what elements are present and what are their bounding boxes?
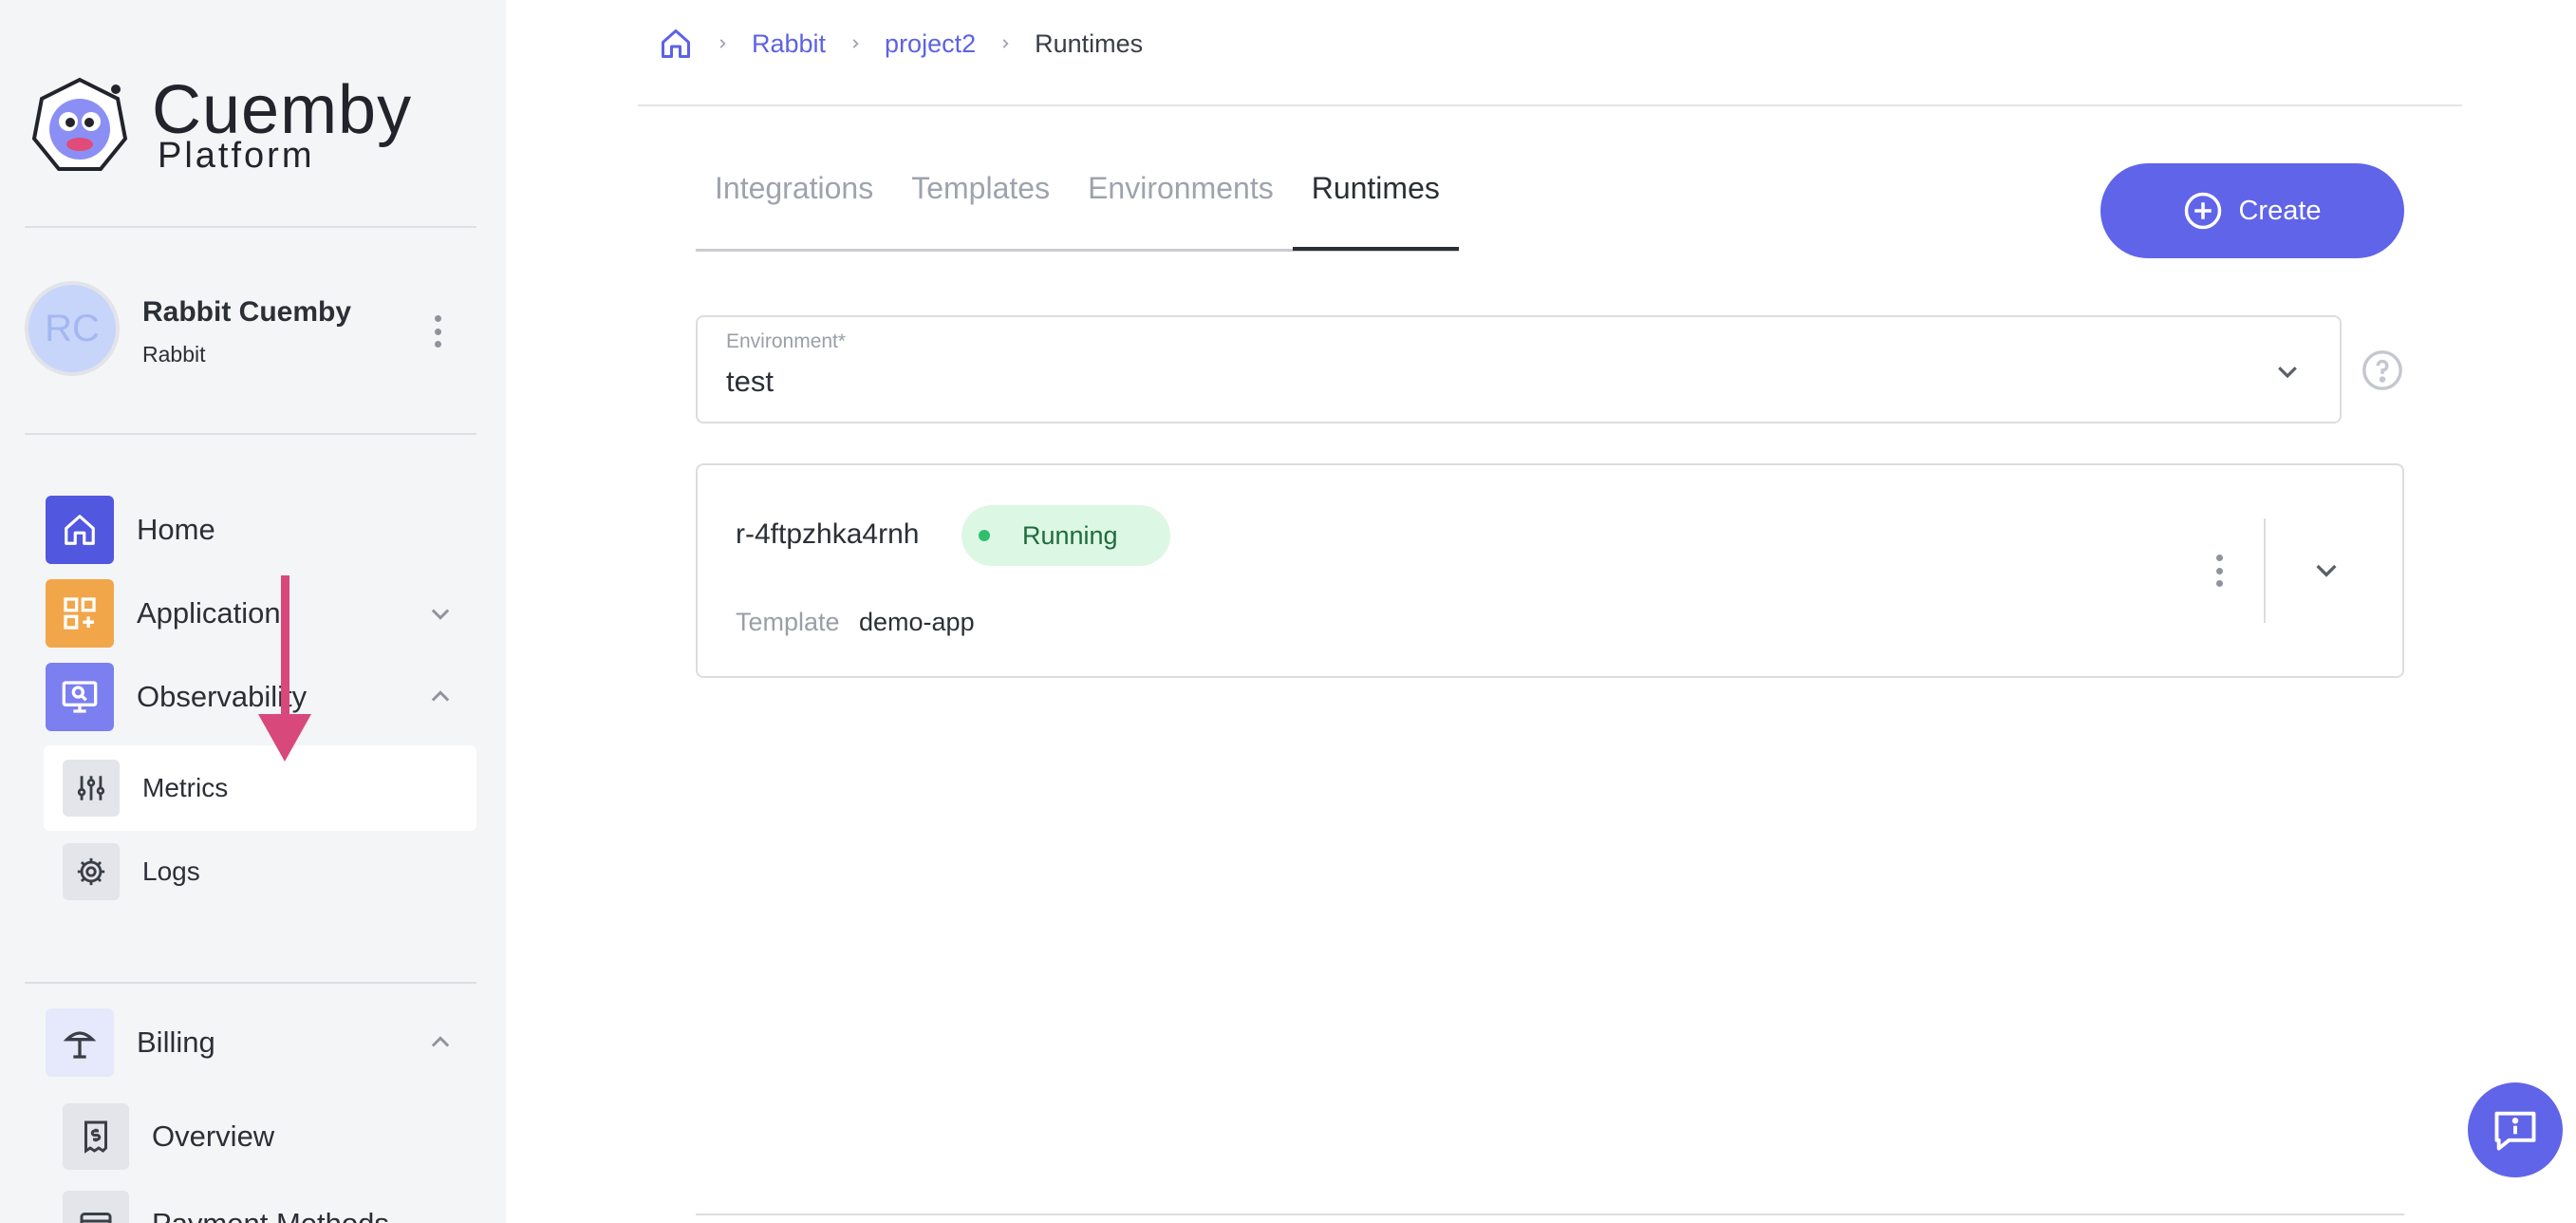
sidebar: Cuemby Platform RC Rabbit Cuemby Rabbit … [0,0,506,1223]
chevron-down-icon [2278,367,2297,379]
sidebar-subitem-metrics[interactable]: Metrics [44,745,476,831]
create-button[interactable]: Create [2100,163,2404,258]
user-menu-icon[interactable] [433,315,442,348]
status-text: Running [1022,520,1118,550]
cuemby-mascot-icon [31,77,128,171]
tab-bar: Integrations Templates Environments Runt… [696,171,1459,252]
avatar[interactable]: RC [25,281,120,376]
sidebar-divider [25,982,476,984]
brand-logo[interactable]: Cuemby Platform [30,76,429,180]
environment-select-value: test [726,365,774,398]
chevron-down-icon[interactable] [427,600,454,627]
card-divider [2264,518,2266,623]
header-divider [638,104,2462,106]
help-icon[interactable] [2361,348,2404,392]
plus-circle-icon [2185,192,2222,230]
sidebar-item-label: Application [137,596,281,630]
sidebar-item-billing[interactable]: Billing [46,1008,482,1077]
home-icon[interactable] [659,27,693,61]
sidebar-subitem-payment-methods[interactable]: Payment Methods [44,1181,476,1223]
sidebar-divider [25,433,476,435]
sidebar-item-application[interactable]: Application [46,579,482,648]
sidebar-subitem-label: Logs [142,856,200,886]
sidebar-subitem-logs[interactable]: Logs [44,829,476,914]
home-icon [46,496,114,564]
chevron-right-icon [1002,39,1009,48]
sidebar-subitem-overview[interactable]: Overview [44,1094,476,1179]
sidebar-item-home[interactable]: Home [46,496,482,564]
environment-select[interactable]: Environment* test [696,315,2342,423]
tab-integrations[interactable]: Integrations [696,171,892,247]
chevron-down-icon[interactable] [2311,555,2342,585]
breadcrumb-link[interactable]: project2 [885,29,976,59]
sidebar-subitem-label: Metrics [142,773,229,802]
brand-subtitle: Platform [158,136,315,176]
user-org: Rabbit [142,342,206,367]
breadcrumb-link[interactable]: Rabbit [752,29,826,59]
runtime-card[interactable]: r-4ftpzhka4rnh Running Template demo-app [696,463,2404,678]
tab-templates[interactable]: Templates [892,171,1069,247]
receipt-dollar-icon [63,1103,129,1170]
breadcrumb-current: Runtimes [1035,28,1144,58]
tab-environments[interactable]: Environments [1069,171,1293,247]
environment-select-label: Environment* [726,330,847,352]
sidebar-item-observability[interactable]: Observability [46,663,482,731]
template-label: Template [736,608,840,636]
chat-button[interactable] [2468,1082,2563,1177]
chevron-right-icon [852,39,859,48]
sidebar-subitem-label: Overview [152,1120,275,1153]
sidebar-subitem-label: Payment Methods [152,1207,389,1223]
billing-icon [46,1008,114,1077]
create-button-label: Create [2238,195,2322,226]
template-value: demo-app [859,608,975,636]
status-dot-icon [979,530,990,541]
footer-divider [696,1214,2404,1215]
tab-runtimes[interactable]: Runtimes [1292,171,1459,251]
sliders-icon [63,760,120,817]
chevron-up-icon[interactable] [427,684,454,710]
chevron-right-icon [719,39,726,48]
status-badge: Running [961,505,1170,566]
sidebar-item-label: Billing [137,1025,215,1059]
runtime-menu-icon[interactable] [2214,555,2224,587]
gear-icon [63,843,120,900]
sidebar-divider [25,226,476,228]
user-name: Rabbit Cuemby [142,296,352,328]
credit-card-icon [63,1191,129,1223]
breadcrumb: Rabbit project2 Runtimes [659,25,1143,63]
chevron-up-icon[interactable] [427,1029,454,1056]
sidebar-item-label: Home [137,513,215,546]
monitor-search-icon [46,663,114,731]
chat-info-icon [2494,1111,2536,1151]
sidebar-item-label: Observability [137,680,308,713]
apps-add-icon [46,579,114,648]
runtime-name: r-4ftpzhka4rnh [736,518,920,550]
